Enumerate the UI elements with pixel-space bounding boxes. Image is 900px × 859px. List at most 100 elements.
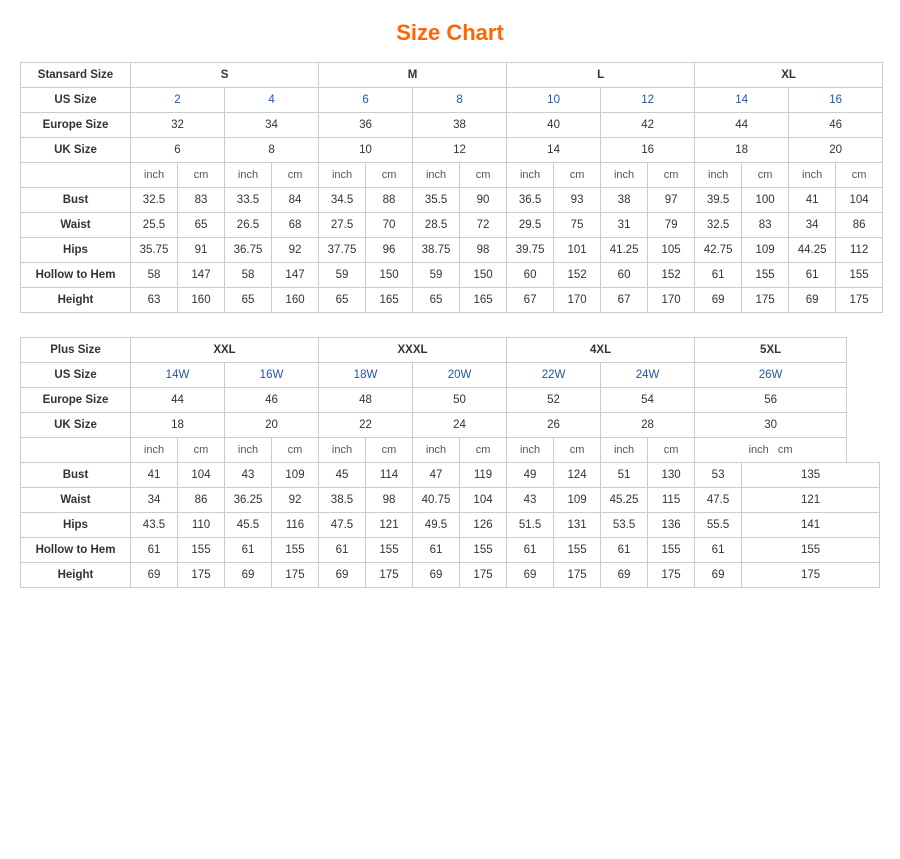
measurement-cell: 45: [319, 463, 366, 488]
plus-uk-18: 18: [131, 413, 225, 438]
unit-inch-2: inch: [225, 163, 272, 188]
measurement-cell: 90: [460, 188, 507, 213]
measurement-cell: 69: [225, 563, 272, 588]
measurement-cell: 65: [178, 213, 225, 238]
unit-cm-6: cm: [648, 163, 695, 188]
measurement-cell: 131: [554, 513, 601, 538]
plus-unit-cm-6: cm: [648, 438, 695, 463]
us-4: 4: [225, 88, 319, 113]
measurement-cell: 47.5: [695, 488, 742, 513]
measurement-cell: 152: [554, 263, 601, 288]
measurement-cell: 91: [178, 238, 225, 263]
plus-us-14w: 14W: [131, 363, 225, 388]
plus-us-size-label: US Size: [21, 363, 131, 388]
measurement-cell: 136: [648, 513, 695, 538]
measurement-cell: 109: [272, 463, 319, 488]
measurement-cell: 45.25: [601, 488, 648, 513]
plus-us-22w: 22W: [507, 363, 601, 388]
measurement-cell: 104: [178, 463, 225, 488]
measurement-cell: 43.5: [131, 513, 178, 538]
uk-size-label: UK Size: [21, 138, 131, 163]
unit-inch-6: inch: [601, 163, 648, 188]
eu-38: 38: [413, 113, 507, 138]
measurement-cell: 175: [742, 288, 789, 313]
us-12: 12: [601, 88, 695, 113]
measurement-cell: 69: [413, 563, 460, 588]
plus-us-18w: 18W: [319, 363, 413, 388]
measurement-cell: 69: [319, 563, 366, 588]
xl-group: XL: [695, 63, 883, 88]
eu-34: 34: [225, 113, 319, 138]
plus-unit-inch-6: inch: [601, 438, 648, 463]
unit-cm-8: cm: [836, 163, 883, 188]
table-row: Bust41104431094511447119491245113053135: [21, 463, 880, 488]
plus-unit-inch-5: inch: [507, 438, 554, 463]
measurement-cell: 59: [319, 263, 366, 288]
measurement-cell: 104: [836, 188, 883, 213]
measurement-cell: 124: [554, 463, 601, 488]
measurement-cell: 175: [554, 563, 601, 588]
uk-8: 8: [225, 138, 319, 163]
measurement-cell: 70: [366, 213, 413, 238]
plus-unit-cm-5: cm: [554, 438, 601, 463]
measurement-cell: 25.5: [131, 213, 178, 238]
measurement-cell: 121: [742, 488, 880, 513]
plus-label: Plus Size: [21, 338, 131, 363]
measurement-cell: 114: [366, 463, 413, 488]
measurement-cell: 49: [507, 463, 554, 488]
plus-unit-cm-4: cm: [460, 438, 507, 463]
us-8: 8: [413, 88, 507, 113]
plus-eu-46: 46: [225, 388, 319, 413]
measurement-label: Bust: [21, 188, 131, 213]
measurement-cell: 29.5: [507, 213, 554, 238]
standard-label: Stansard Size: [21, 63, 131, 88]
plus-unit-inch-3: inch: [319, 438, 366, 463]
unit-cm-1: cm: [178, 163, 225, 188]
eu-46: 46: [789, 113, 883, 138]
measurement-cell: 49.5: [413, 513, 460, 538]
measurement-cell: 44.25: [789, 238, 836, 263]
page-title: Size Chart: [20, 20, 880, 46]
table-row: Hips35.759136.759237.759638.759839.75101…: [21, 238, 883, 263]
plus-eu-size-label: Europe Size: [21, 388, 131, 413]
measurement-cell: 175: [648, 563, 695, 588]
measurement-cell: 58: [225, 263, 272, 288]
measurement-cell: 155: [648, 538, 695, 563]
measurement-cell: 155: [366, 538, 413, 563]
measurement-cell: 39.75: [507, 238, 554, 263]
plus-unit-cm-2: cm: [272, 438, 319, 463]
measurement-cell: 61: [225, 538, 272, 563]
uk-14: 14: [507, 138, 601, 163]
4xl-group: 4XL: [507, 338, 695, 363]
measurement-cell: 61: [507, 538, 554, 563]
measurement-cell: 105: [648, 238, 695, 263]
measurement-cell: 42.75: [695, 238, 742, 263]
table-row: Waist25.56526.56827.57028.57229.57531793…: [21, 213, 883, 238]
measurement-cell: 32.5: [131, 188, 178, 213]
measurement-cell: 150: [460, 263, 507, 288]
us-14: 14: [695, 88, 789, 113]
us-2: 2: [131, 88, 225, 113]
unit-inch-5: inch: [507, 163, 554, 188]
measurement-cell: 175: [460, 563, 507, 588]
measurement-cell: 112: [836, 238, 883, 263]
measurement-cell: 26.5: [225, 213, 272, 238]
measurement-cell: 110: [178, 513, 225, 538]
measurement-cell: 37.75: [319, 238, 366, 263]
plus-uk-24: 24: [413, 413, 507, 438]
measurement-cell: 61: [319, 538, 366, 563]
eu-36: 36: [319, 113, 413, 138]
measurement-cell: 38: [601, 188, 648, 213]
plus-us-24w: 24W: [601, 363, 695, 388]
measurement-cell: 98: [460, 238, 507, 263]
measurement-cell: 69: [507, 563, 554, 588]
measurement-cell: 170: [554, 288, 601, 313]
measurement-cell: 61: [413, 538, 460, 563]
measurement-cell: 86: [836, 213, 883, 238]
measurement-cell: 58: [131, 263, 178, 288]
plus-us-26w: 26W: [695, 363, 847, 388]
measurement-cell: 63: [131, 288, 178, 313]
measurement-label: Hollow to Hem: [21, 263, 131, 288]
measurement-cell: 119: [460, 463, 507, 488]
measurement-cell: 67: [601, 288, 648, 313]
